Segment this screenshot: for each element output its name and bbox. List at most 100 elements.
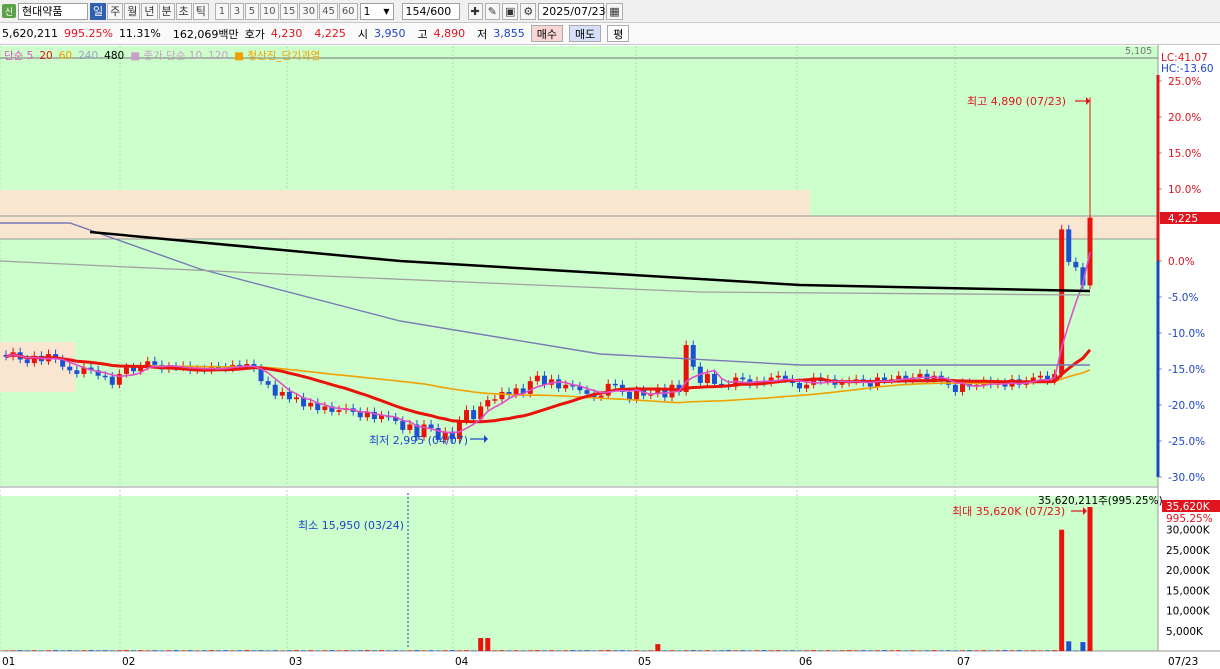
volume-bar [60, 650, 66, 651]
volume-axis-tick: 30,000K [1166, 525, 1211, 537]
tab-period-0[interactable]: 일 [90, 2, 107, 20]
save-icon[interactable]: ▣ [501, 2, 519, 20]
flat-button[interactable]: 평 [607, 25, 630, 42]
gear-icon[interactable]: ⚙ [520, 2, 537, 20]
date-input[interactable]: 2025/07/23 [538, 2, 606, 20]
top-right-value: 5,105 [1125, 46, 1152, 57]
tab-period-4[interactable]: 분 [158, 2, 175, 20]
volume-bar [428, 650, 434, 651]
volume-bar [1059, 529, 1065, 651]
sell-button[interactable]: 매도 [569, 25, 602, 42]
toolbar: 신 현대약품 일주월년분초틱 1 3 5 10 15 30 45 60 1 ▼ 154/600 … [0, 0, 1220, 23]
candle-body [541, 375, 547, 385]
interval-select-value: 1 [363, 4, 371, 18]
volume-bar [421, 650, 427, 651]
candle-body [428, 424, 434, 429]
calendar-icon[interactable]: ▦ [606, 2, 623, 20]
candle-body [1073, 261, 1079, 268]
price-chart[interactable]: 25.0%20.0%15.0%10.0%6.02%0.0%-5.0%-10.0%… [0, 45, 1220, 669]
volume-bar [889, 650, 895, 651]
interval-button-45[interactable]: 45 [319, 2, 338, 20]
volume-bar [379, 650, 385, 651]
volume-bar [754, 650, 760, 651]
tab-period-2[interactable]: 월 [124, 2, 141, 20]
volume-bar [31, 650, 37, 651]
current-price-label: 4,225 [1168, 213, 1198, 225]
candle-body [152, 361, 158, 365]
candle-body [499, 391, 505, 400]
volume-max-annotation: 최대 35,620K (07/23) [952, 505, 1065, 518]
volume-bar [180, 650, 186, 651]
buy-button[interactable]: 매수 [530, 25, 563, 42]
volume-bar [258, 650, 264, 651]
resistance-band [0, 216, 1158, 239]
tab-period-6[interactable]: 틱 [192, 2, 209, 20]
volume-bar [109, 650, 115, 651]
volume-bar [513, 650, 519, 651]
stock-name-input[interactable]: 현대약품 [18, 2, 88, 20]
volume-bar [669, 650, 675, 651]
tab-period-3[interactable]: 년 [141, 2, 158, 20]
volume-bar [534, 650, 540, 651]
resistance-band [0, 190, 810, 216]
volume-bar [456, 650, 462, 651]
legend-entry: 480 [104, 50, 124, 62]
ask-price: 4,230 [270, 27, 303, 40]
volume-bar [166, 650, 172, 651]
candle-body [464, 410, 470, 421]
interval-button-3[interactable]: 3 [229, 2, 244, 20]
volume-bar [24, 650, 30, 651]
volume-bar [853, 650, 859, 651]
volume-bar [442, 650, 448, 651]
legend-entry: 60 [59, 50, 72, 62]
volume-value: 5,620,211 [2, 27, 58, 40]
trade-amount: 162,069백만 [172, 27, 239, 41]
candle-body [882, 377, 888, 381]
volume-bar [286, 650, 292, 651]
volume-bar [896, 650, 902, 651]
draw-tool-icon[interactable]: ✎ [484, 2, 500, 20]
count-field[interactable]: 154/600 [401, 2, 460, 20]
candle-body [24, 359, 30, 364]
candle-body [924, 373, 930, 380]
candle-body [556, 379, 562, 389]
volume-bar [38, 650, 44, 651]
interval-button-15[interactable]: 15 [279, 2, 299, 20]
candle-body [704, 373, 710, 383]
volume-axis-tick: 15,000K [1166, 585, 1211, 597]
legend-entry: ■ 청산진_단기과열 [234, 50, 320, 62]
volume-bar [1023, 650, 1029, 651]
volume-bar [244, 650, 250, 651]
price-axis-tick: 25.0% [1168, 76, 1201, 88]
interval-button-1[interactable]: 1 [214, 2, 229, 20]
volume-bar [740, 650, 746, 651]
volume-bar [393, 650, 399, 651]
candle-body [527, 381, 533, 394]
interval-button-60[interactable]: 60 [338, 2, 358, 20]
volume-bar [903, 650, 909, 651]
legend-entry: 20 [39, 50, 52, 62]
hoga-label: 호가 [244, 27, 265, 41]
candle-body [265, 381, 271, 385]
volume-bar [683, 650, 689, 651]
volume-bar [761, 650, 767, 651]
volume-bar [591, 650, 597, 651]
candle-body [775, 375, 781, 378]
interval-button-10[interactable]: 10 [259, 2, 279, 20]
volume-bar [208, 650, 214, 651]
volume-bar [1073, 650, 1079, 651]
interval-button-30[interactable]: 30 [299, 2, 319, 20]
turnover-rate: 11.31% [118, 27, 161, 40]
low-annotation: 최저 2,995 (04/07) [369, 434, 468, 447]
crosshair-icon[interactable]: ✚ [467, 2, 483, 20]
volume-bar [711, 650, 717, 651]
volume-bar [272, 650, 278, 651]
volume-bar [506, 650, 512, 651]
interval-select[interactable]: 1 ▼ [359, 2, 394, 20]
volume-bar [704, 650, 710, 651]
volume-bar [1066, 641, 1072, 651]
volume-bar [676, 650, 682, 651]
tab-period-5[interactable]: 초 [175, 2, 192, 20]
interval-button-5[interactable]: 5 [244, 2, 259, 20]
tab-period-1[interactable]: 주 [107, 2, 124, 20]
